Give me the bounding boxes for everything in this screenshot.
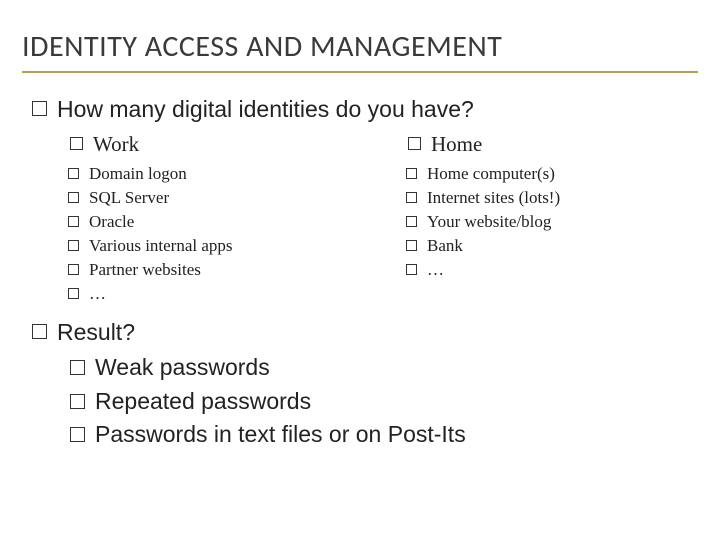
list-item: Oracle (68, 211, 350, 233)
bullet-box-icon (70, 427, 85, 442)
bullet-result: Result? (32, 318, 688, 347)
list-item: Various internal apps (68, 235, 350, 257)
slide-title: IDENTITY ACCESS AND MANAGEMENT (22, 28, 698, 73)
heading-home-text: Home (431, 132, 482, 157)
question-text: How many digital identities do you have? (57, 95, 474, 124)
list-item: Weak passwords (70, 354, 688, 382)
list-item-text: Domain logon (89, 163, 187, 185)
result-heading-text: Result? (57, 318, 135, 347)
heading-work-text: Work (93, 132, 139, 157)
bullet-box-icon (406, 216, 417, 227)
col-home: Home Home computer(s) Internet sites (lo… (370, 132, 688, 308)
result-block: Result? Weak passwords Repeated password… (32, 318, 688, 450)
bullet-box-icon (406, 192, 417, 203)
list-item-text: Passwords in text files or on Post-Its (95, 421, 466, 449)
bullet-box-icon (408, 137, 421, 150)
bullet-box-icon (68, 168, 79, 179)
list-item-text: Repeated passwords (95, 388, 311, 416)
bullet-box-icon (32, 101, 47, 116)
list-item: Your website/blog (406, 211, 688, 233)
list-item: … (406, 259, 688, 281)
list-item-text: … (427, 259, 444, 281)
bullet-box-icon (68, 264, 79, 275)
list-item-text: Internet sites (lots!) (427, 187, 560, 209)
list-item: … (68, 283, 350, 305)
col-work: Work Domain logon SQL Server Oracle Vari… (32, 132, 350, 308)
list-item: Internet sites (lots!) (406, 187, 688, 209)
list-item: Bank (406, 235, 688, 257)
slide-body: How many digital identities do you have?… (22, 95, 698, 449)
bullet-box-icon (70, 394, 85, 409)
list-item-text: SQL Server (89, 187, 169, 209)
work-items: Domain logon SQL Server Oracle Various i… (32, 163, 350, 306)
list-item: Passwords in text files or on Post-Its (70, 421, 688, 449)
list-item-text: Partner websites (89, 259, 201, 281)
two-column-group: Work Domain logon SQL Server Oracle Vari… (32, 132, 688, 308)
list-item-text: Home computer(s) (427, 163, 555, 185)
bullet-box-icon (68, 192, 79, 203)
bullet-box-icon (406, 240, 417, 251)
bullet-box-icon (70, 137, 83, 150)
heading-home: Home (408, 132, 688, 157)
bullet-box-icon (406, 264, 417, 275)
list-item-text: Weak passwords (95, 354, 270, 382)
list-item-text: Various internal apps (89, 235, 233, 257)
slide: IDENTITY ACCESS AND MANAGEMENT How many … (0, 0, 720, 540)
list-item: Domain logon (68, 163, 350, 185)
heading-work: Work (70, 132, 350, 157)
home-items: Home computer(s) Internet sites (lots!) … (370, 163, 688, 281)
bullet-box-icon (32, 324, 47, 339)
bullet-box-icon (70, 360, 85, 375)
bullet-box-icon (68, 288, 79, 299)
list-item-text: … (89, 283, 106, 305)
bullet-box-icon (406, 168, 417, 179)
bullet-question: How many digital identities do you have? (32, 95, 688, 124)
list-item-text: Oracle (89, 211, 134, 233)
list-item: SQL Server (68, 187, 350, 209)
bullet-box-icon (68, 216, 79, 227)
list-item: Partner websites (68, 259, 350, 281)
list-item: Repeated passwords (70, 388, 688, 416)
list-item: Home computer(s) (406, 163, 688, 185)
list-item-text: Your website/blog (427, 211, 551, 233)
bullet-box-icon (68, 240, 79, 251)
list-item-text: Bank (427, 235, 463, 257)
